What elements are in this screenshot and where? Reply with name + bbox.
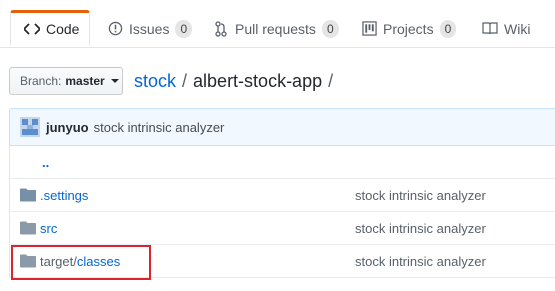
latest-commit-bar: junyuo stock intrinsic analyzer bbox=[9, 108, 555, 146]
branch-name: master bbox=[65, 74, 105, 88]
highlight-annotation-box bbox=[11, 245, 151, 280]
file-name-link[interactable]: src bbox=[40, 221, 57, 236]
folder-icon bbox=[20, 188, 36, 202]
commit-message-link[interactable]: stock intrinsic analyzer bbox=[355, 254, 486, 269]
issues-count-badge: 0 bbox=[175, 19, 193, 38]
tab-projects[interactable]: Projects 0 bbox=[361, 10, 457, 47]
pull-requests-count-badge: 0 bbox=[321, 19, 339, 38]
caret-down-icon bbox=[110, 79, 119, 83]
pull-request-icon bbox=[213, 20, 229, 37]
breadcrumb-separator: / bbox=[328, 70, 334, 91]
branch-select-button[interactable]: Branch: master bbox=[9, 67, 123, 95]
breadcrumb-owner-link[interactable]: stock bbox=[134, 71, 176, 92]
commit-message[interactable]: stock intrinsic analyzer bbox=[94, 120, 225, 135]
tab-code-label: Code bbox=[46, 21, 80, 37]
avatar[interactable] bbox=[20, 117, 40, 137]
tab-issues[interactable]: Issues 0 bbox=[107, 10, 193, 47]
branch-prefix-label: Branch: bbox=[20, 74, 62, 88]
list-item[interactable]: src stock intrinsic analyzer bbox=[10, 212, 555, 245]
commit-author-link[interactable]: junyuo bbox=[46, 120, 89, 135]
breadcrumb-repo-name: albert-stock-app bbox=[193, 70, 323, 91]
tab-wiki[interactable]: Wiki bbox=[482, 10, 530, 47]
repo-nav-tabs: Code Issues 0 Pull requests 0 Projects 0… bbox=[0, 0, 555, 48]
file-name-link[interactable]: .settings bbox=[40, 188, 88, 203]
tab-wiki-label: Wiki bbox=[504, 20, 531, 37]
breadcrumb: stock / albert-stock-app / bbox=[134, 68, 333, 94]
tab-pull-requests[interactable]: Pull requests 0 bbox=[213, 10, 339, 47]
tab-issues-label: Issues bbox=[129, 20, 170, 37]
commit-message-link[interactable]: stock intrinsic analyzer bbox=[355, 221, 486, 236]
tab-projects-label: Projects bbox=[383, 20, 434, 37]
tab-code[interactable]: Code bbox=[10, 10, 90, 46]
code-icon bbox=[24, 21, 40, 37]
list-item[interactable]: .settings stock intrinsic analyzer bbox=[10, 179, 555, 212]
parent-dir-link[interactable]: .. bbox=[42, 155, 49, 170]
tab-pull-requests-label: Pull requests bbox=[235, 20, 316, 37]
projects-count-badge: 0 bbox=[439, 19, 457, 38]
list-item-parent-dir[interactable]: .. bbox=[10, 146, 555, 179]
book-icon bbox=[482, 21, 498, 37]
issue-icon bbox=[107, 21, 123, 37]
project-icon bbox=[361, 21, 377, 37]
breadcrumb-separator: / bbox=[182, 70, 188, 91]
commit-message-link[interactable]: stock intrinsic analyzer bbox=[355, 188, 486, 203]
folder-icon bbox=[20, 221, 36, 235]
